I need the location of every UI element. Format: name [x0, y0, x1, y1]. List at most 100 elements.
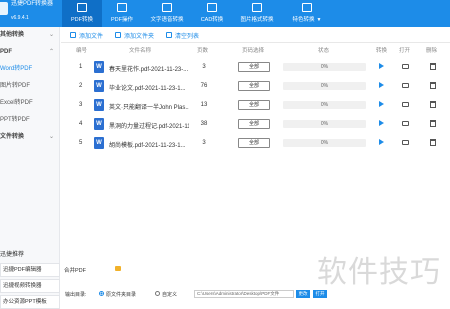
- folder-open-icon[interactable]: [402, 121, 409, 126]
- sidebar-item-image-to-pdf[interactable]: 图片转PDF: [0, 78, 59, 95]
- recommend-pdf-editor[interactable]: 迅捷PDF编辑器: [0, 263, 60, 277]
- progress-bar: 0%: [283, 120, 366, 128]
- page-range-select[interactable]: 全部: [238, 100, 270, 110]
- folder-open-icon[interactable]: [402, 83, 409, 88]
- table-header: 编号 文件名称 页数 页码选择 状态 转换 打开 删除: [61, 44, 450, 54]
- nav-label: CAD转换: [200, 17, 224, 23]
- add-file-label: 添加文件: [79, 33, 104, 40]
- play-icon[interactable]: [379, 101, 384, 107]
- pdf-convert-icon: [77, 3, 87, 12]
- output-label: 输出目录:: [65, 292, 87, 298]
- chevron-down-icon: ⌄: [48, 32, 54, 38]
- sidebar-item-pdf[interactable]: PDF ⌃: [0, 44, 59, 61]
- radio-original-folder[interactable]: [99, 291, 104, 296]
- merge-pdf-toggle[interactable]: 合并PDF: [64, 266, 86, 274]
- sidebar-item-file-convert[interactable]: 文件转换 ⌄: [0, 129, 59, 146]
- play-icon[interactable]: [379, 82, 384, 88]
- row-pages: 13: [200, 102, 208, 108]
- progress-bar: 0%: [283, 82, 366, 90]
- page-range-select[interactable]: 全部: [238, 138, 270, 148]
- nav-text-voice[interactable]: 文字语音转换: [142, 0, 192, 27]
- cad-icon: [207, 3, 217, 12]
- add-file-button[interactable]: 添加文件: [70, 30, 103, 40]
- folder-open-icon[interactable]: [402, 102, 409, 107]
- output-path-input[interactable]: C:\Users\Administrator\Desktop\PDF文件: [194, 290, 294, 298]
- table-row: 2 W 毕业论文.pdf-2021-11-23-1... 76 全部 0%: [61, 77, 450, 96]
- sidebar: 其他转换 ⌄ PDF ⌃ Word转PDF 图片转PDF Excel转PDF P…: [0, 27, 60, 309]
- page-range-select[interactable]: 全部: [238, 119, 270, 129]
- clear-list-button[interactable]: 清空列表: [166, 30, 199, 40]
- nav-cad[interactable]: CAD转换: [192, 0, 232, 27]
- add-folder-button[interactable]: 添加文件夹: [115, 30, 154, 40]
- play-icon[interactable]: [379, 139, 384, 145]
- top-nav: PDF转换 PDF操作 文字语音转换 CAD转换 图片格式转换 特色转换 ▼: [62, 0, 332, 27]
- page-range-select[interactable]: 全部: [238, 81, 270, 91]
- row-pages: 38: [200, 121, 208, 127]
- play-icon[interactable]: [379, 120, 384, 126]
- output-directory-row: 输出目录: 原文件夹目录 自定义 C:\Users\Administrator\…: [61, 290, 450, 299]
- header-delete: 删除: [426, 48, 438, 54]
- nav-pdf-convert[interactable]: PDF转换: [62, 0, 102, 27]
- row-file-name: 黑洞的力量过程记.pdf-2021-11...: [109, 124, 189, 130]
- sidebar-item-other[interactable]: 其他转换 ⌄: [0, 27, 59, 44]
- nav-label: 文字语音转换: [150, 17, 184, 23]
- word-file-icon: W: [94, 80, 104, 92]
- row-index: 5: [79, 140, 83, 146]
- text-voice-icon: [162, 3, 172, 12]
- sidebar-item-word-to-pdf[interactable]: Word转PDF: [0, 61, 59, 78]
- trash-icon[interactable]: [430, 120, 436, 127]
- row-file-name: 春天里花作.pdf-2021-11-23-...: [109, 67, 189, 73]
- trash-icon[interactable]: [430, 63, 436, 70]
- nav-label: 图片格式转换: [240, 17, 274, 23]
- header-pages: 页数: [197, 48, 209, 54]
- nav-label: PDF操作: [110, 17, 133, 23]
- app-version: v6.9.4.1: [11, 15, 29, 21]
- add-folder-icon: [115, 32, 122, 38]
- radio-custom-folder[interactable]: [155, 291, 160, 296]
- chevron-down-icon: ⌄: [48, 134, 54, 140]
- nav-pdf-operate[interactable]: PDF操作: [102, 0, 142, 27]
- sidebar-item-label: Excel转PDF: [0, 100, 33, 106]
- row-file-name: 毕业论文.pdf-2021-11-23-1...: [109, 86, 186, 92]
- sidebar-item-excel-to-pdf[interactable]: Excel转PDF: [0, 95, 59, 112]
- chevron-up-icon: ⌃: [48, 49, 54, 55]
- header-convert: 转换: [376, 48, 388, 54]
- row-index: 2: [79, 83, 83, 89]
- trash-icon[interactable]: [430, 82, 436, 89]
- word-file-icon: W: [94, 118, 104, 130]
- trash-icon[interactable]: [430, 101, 436, 108]
- recommend-title: 迅捷推荐: [0, 252, 25, 258]
- row-pages: 76: [200, 83, 208, 89]
- progress-bar: 0%: [283, 63, 366, 71]
- sidebar-item-label: 其他转换: [0, 32, 25, 38]
- trash-icon[interactable]: [430, 139, 436, 146]
- header-range: 页码选择: [242, 48, 265, 54]
- sidebar-item-label: 文件转换: [0, 134, 25, 140]
- add-folder-label: 添加文件夹: [124, 33, 155, 40]
- toolbar: 添加文件 添加文件夹 清空列表: [70, 30, 199, 40]
- image-format-icon: [252, 3, 262, 12]
- add-file-icon: [70, 32, 76, 38]
- header-status: 状态: [318, 48, 330, 54]
- folder-open-icon[interactable]: [402, 140, 409, 145]
- recommend-video-converter[interactable]: 迅捷视频转换器: [0, 279, 60, 293]
- open-folder-button[interactable]: 打开: [313, 290, 327, 298]
- clear-list-label: 清空列表: [175, 33, 200, 40]
- table-row: 4 W 黑洞的力量过程记.pdf-2021-11... 38 全部 0%: [61, 115, 450, 134]
- app-header: 迅捷PDF转换器 v6.9.4.1 PDF转换 PDF操作 文字语音转换 CAD…: [0, 0, 450, 27]
- watermark-text: 软件技巧: [317, 255, 441, 290]
- change-path-button[interactable]: 更改: [296, 290, 310, 298]
- sidebar-item-label: Word转PDF: [0, 66, 33, 72]
- app-title: 迅捷PDF转换器: [11, 1, 54, 7]
- nav-special[interactable]: 特色转换 ▼: [282, 0, 332, 27]
- toolbar-divider: [61, 42, 450, 43]
- nav-label: 特色转换: [292, 17, 315, 23]
- folder-open-icon[interactable]: [402, 64, 409, 69]
- recommend-ppt-templates[interactable]: 办公资源PPT模板: [0, 295, 60, 309]
- play-icon[interactable]: [379, 63, 384, 69]
- sidebar-item-label: PPT转PDF: [0, 117, 30, 123]
- table-row: 1 W 春天里花作.pdf-2021-11-23-... 3 全部 0%: [61, 58, 450, 77]
- sidebar-item-ppt-to-pdf[interactable]: PPT转PDF: [0, 112, 59, 129]
- page-range-select[interactable]: 全部: [238, 62, 270, 72]
- nav-image-format[interactable]: 图片格式转换: [232, 0, 282, 27]
